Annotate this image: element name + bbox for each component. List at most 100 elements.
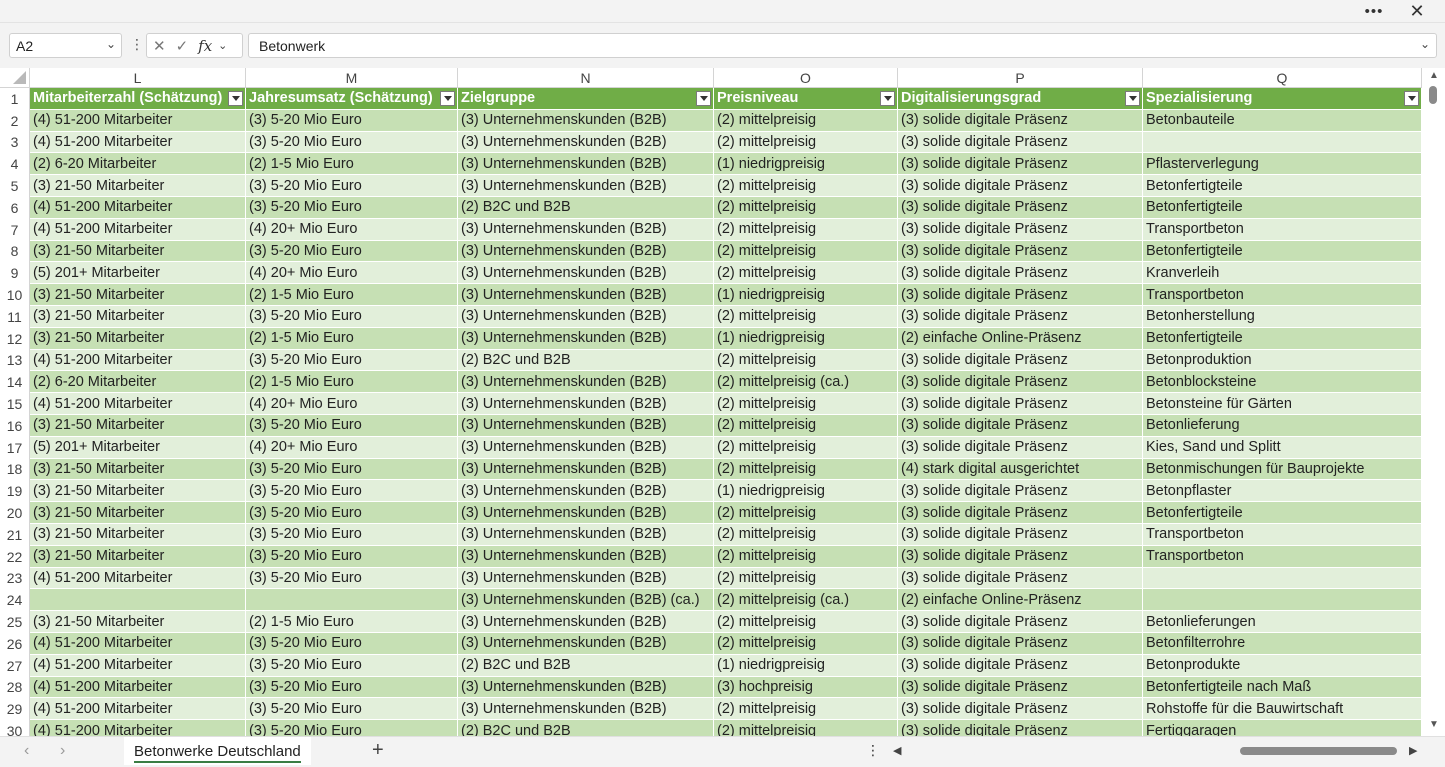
row-header[interactable]: 13 <box>0 349 30 372</box>
table-cell[interactable]: (2) mittelpreisig (ca.) <box>714 589 898 612</box>
table-cell[interactable]: Pflasterverlegung <box>1143 153 1422 176</box>
table-cell[interactable]: (3) Unternehmenskunden (B2B) <box>458 414 714 437</box>
table-cell[interactable]: (2) 1-5 Mio Euro <box>246 611 458 633</box>
row-header[interactable]: 25 <box>0 611 30 633</box>
table-cell[interactable]: (4) 51-200 Mitarbeiter <box>30 676 246 699</box>
vertical-dots-icon[interactable]: ⋮ <box>866 742 880 759</box>
table-cell[interactable]: (2) B2C und B2B <box>458 196 714 219</box>
table-cell[interactable]: (3) 5-20 Mio Euro <box>246 523 458 546</box>
table-cell[interactable]: (2) 6-20 Mitarbeiter <box>30 371 246 394</box>
table-cell[interactable]: Rohstoffe für die Bauwirtschaft <box>1143 698 1422 721</box>
table-cell[interactable]: (3) Unternehmenskunden (B2B) <box>458 240 714 263</box>
table-cell[interactable]: (3) 5-20 Mio Euro <box>246 567 458 590</box>
table-cell[interactable]: (2) 6-20 Mitarbeiter <box>30 153 246 176</box>
table-cell[interactable]: (3) 5-20 Mio Euro <box>246 196 458 219</box>
table-cell[interactable]: (3) solide digitale Präsenz <box>898 371 1143 394</box>
insert-function-icon[interactable]: fx <box>198 37 212 55</box>
table-cell[interactable]: (3) 5-20 Mio Euro <box>246 698 458 721</box>
table-cell[interactable]: (4) 51-200 Mitarbeiter <box>30 349 246 372</box>
row-header[interactable]: 21 <box>0 523 30 546</box>
filter-dropdown-icon[interactable] <box>228 91 243 106</box>
table-cell[interactable]: (2) B2C und B2B <box>458 654 714 677</box>
table-cell[interactable]: Kies, Sand und Splitt <box>1143 436 1422 459</box>
table-cell[interactable]: (3) 21-50 Mitarbeiter <box>30 458 246 481</box>
table-cell[interactable]: (3) solide digitale Präsenz <box>898 218 1143 241</box>
table-cell[interactable]: Betonfertigteile <box>1143 175 1422 197</box>
row-header[interactable]: 23 <box>0 567 30 590</box>
table-cell[interactable]: (3) 21-50 Mitarbeiter <box>30 611 246 633</box>
table-cell[interactable]: (3) Unternehmenskunden (B2B) <box>458 153 714 176</box>
filter-dropdown-icon[interactable] <box>1125 91 1140 106</box>
table-cell[interactable]: (3) Unternehmenskunden (B2B) <box>458 131 714 154</box>
table-cell[interactable]: (3) 5-20 Mio Euro <box>246 240 458 263</box>
table-cell[interactable]: Betonblocksteine <box>1143 371 1422 394</box>
row-header[interactable]: 2 <box>0 109 30 132</box>
table-cell[interactable]: (3) Unternehmenskunden (B2B) <box>458 436 714 459</box>
chevron-left-icon[interactable]: ‹ <box>24 742 29 760</box>
row-header[interactable]: 18 <box>0 458 30 481</box>
scroll-down-icon[interactable]: ▼ <box>1429 719 1439 730</box>
table-cell[interactable]: Betonfertigteile <box>1143 502 1422 524</box>
table-cell[interactable]: Betonfertigteile nach Maß <box>1143 676 1422 699</box>
table-cell[interactable]: Betonherstellung <box>1143 305 1422 328</box>
row-header[interactable]: 19 <box>0 480 30 503</box>
table-cell[interactable]: (4) 51-200 Mitarbeiter <box>30 720 246 736</box>
scroll-left-icon[interactable]: ◀ <box>893 744 901 757</box>
table-cell[interactable]: (3) Unternehmenskunden (B2B) <box>458 284 714 306</box>
table-cell[interactable]: (2) 1-5 Mio Euro <box>246 327 458 350</box>
table-cell[interactable] <box>1143 589 1422 612</box>
column-header-m[interactable]: M <box>246 68 458 88</box>
cancel-icon[interactable]: ✕ <box>153 37 166 55</box>
table-cell[interactable]: (1) niedrigpreisig <box>714 654 898 677</box>
table-cell[interactable]: (2) mittelpreisig <box>714 218 898 241</box>
table-cell[interactable]: Transportbeton <box>1143 284 1422 306</box>
table-cell[interactable]: (4) 51-200 Mitarbeiter <box>30 654 246 677</box>
table-cell[interactable]: (4) 51-200 Mitarbeiter <box>30 393 246 415</box>
confirm-icon[interactable]: ✓ <box>176 37 189 55</box>
table-cell[interactable]: (2) mittelpreisig <box>714 632 898 655</box>
add-sheet-button[interactable]: + <box>372 739 384 762</box>
header-cell[interactable]: Jahresumsatz (Schätzung) <box>246 88 458 110</box>
table-cell[interactable]: (3) 5-20 Mio Euro <box>246 654 458 677</box>
table-cell[interactable]: (2) mittelpreisig <box>714 131 898 154</box>
table-cell[interactable]: (3) Unternehmenskunden (B2B) <box>458 393 714 415</box>
chevron-down-icon[interactable]: ⌄ <box>218 39 227 52</box>
table-cell[interactable]: (3) solide digitale Präsenz <box>898 632 1143 655</box>
header-cell[interactable]: Digitalisierungsgrad <box>898 88 1143 110</box>
table-cell[interactable]: (4) 20+ Mio Euro <box>246 393 458 415</box>
table-cell[interactable]: (3) Unternehmenskunden (B2B) <box>458 545 714 568</box>
table-cell[interactable]: (2) mittelpreisig (ca.) <box>714 371 898 394</box>
table-cell[interactable]: (3) Unternehmenskunden (B2B) <box>458 523 714 546</box>
header-cell[interactable]: Zielgruppe <box>458 88 714 110</box>
horizontal-scroll-thumb[interactable] <box>1240 747 1397 755</box>
row-header[interactable]: 15 <box>0 393 30 415</box>
table-cell[interactable]: (2) mittelpreisig <box>714 545 898 568</box>
table-cell[interactable]: Fertiggaragen <box>1143 720 1422 736</box>
table-cell[interactable]: (4) 51-200 Mitarbeiter <box>30 196 246 219</box>
table-cell[interactable]: Betonfertigteile <box>1143 240 1422 263</box>
table-cell[interactable]: (2) mittelpreisig <box>714 109 898 132</box>
table-cell[interactable]: (3) 21-50 Mitarbeiter <box>30 305 246 328</box>
table-cell[interactable]: (2) mittelpreisig <box>714 523 898 546</box>
scroll-up-icon[interactable]: ▲ <box>1429 70 1439 81</box>
table-cell[interactable]: (3) Unternehmenskunden (B2B) (ca.) <box>458 589 714 612</box>
sheet-tab[interactable]: Betonwerke Deutschland <box>124 737 311 765</box>
row-header[interactable]: 30 <box>0 720 30 736</box>
close-icon[interactable]: ✕ <box>1397 0 1437 23</box>
table-cell[interactable]: (3) Unternehmenskunden (B2B) <box>458 175 714 197</box>
table-cell[interactable]: (2) 1-5 Mio Euro <box>246 284 458 306</box>
table-cell[interactable]: (4) 51-200 Mitarbeiter <box>30 632 246 655</box>
table-cell[interactable]: (2) mittelpreisig <box>714 175 898 197</box>
table-cell[interactable]: Betonfertigteile <box>1143 327 1422 350</box>
name-box[interactable]: A2 ⌄ <box>9 33 122 58</box>
table-cell[interactable]: (4) 20+ Mio Euro <box>246 262 458 285</box>
table-cell[interactable]: (2) B2C und B2B <box>458 720 714 736</box>
column-header-n[interactable]: N <box>458 68 714 88</box>
table-cell[interactable]: (4) 51-200 Mitarbeiter <box>30 698 246 721</box>
filter-dropdown-icon[interactable] <box>1404 91 1419 106</box>
row-header[interactable]: 20 <box>0 502 30 524</box>
table-cell[interactable]: (3) solide digitale Präsenz <box>898 436 1143 459</box>
table-cell[interactable]: (3) Unternehmenskunden (B2B) <box>458 632 714 655</box>
row-header[interactable]: 17 <box>0 436 30 459</box>
column-header-l[interactable]: L <box>30 68 246 88</box>
